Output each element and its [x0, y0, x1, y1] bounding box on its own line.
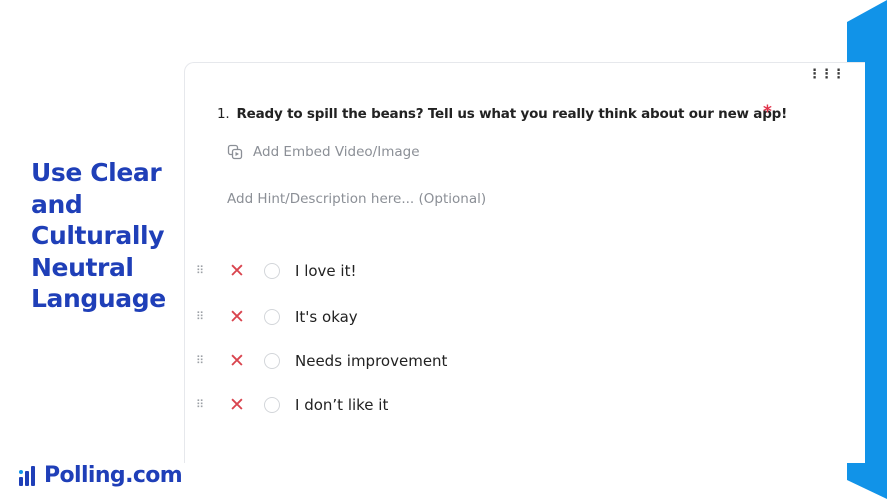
headline-line-3: Culturally — [31, 221, 165, 250]
option-radio[interactable] — [264, 397, 280, 413]
drag-handle-icon[interactable]: ⠿ — [196, 311, 206, 322]
drag-handle-icon[interactable]: ⠿ — [196, 265, 206, 276]
option-label[interactable]: Needs improvement — [295, 352, 447, 370]
option-radio[interactable] — [264, 263, 280, 279]
option-label[interactable]: It's okay — [295, 308, 358, 326]
headline-line-2: and — [31, 189, 83, 219]
question-text: Ready to spill the beans? Tell us what y… — [236, 106, 788, 122]
remove-option-icon[interactable]: ✕ — [228, 306, 246, 328]
remove-option-icon[interactable]: ✕ — [228, 394, 246, 416]
remove-option-icon[interactable]: ✕ — [228, 260, 246, 282]
slide-headline: Use Clear and Culturally Neutral Languag… — [31, 157, 181, 315]
option-row: ⠿ ✕ It's okay — [196, 304, 358, 330]
brand-name: Polling.com — [44, 462, 183, 488]
add-embed-button[interactable]: Add Embed Video/Image — [227, 144, 420, 160]
option-label[interactable]: I don’t like it — [295, 396, 388, 414]
option-row: ⠿ ✕ I love it! — [196, 258, 356, 284]
option-label[interactable]: I love it! — [295, 262, 356, 280]
option-radio[interactable] — [264, 309, 280, 325]
brand-logo: Polling.com — [17, 458, 183, 492]
required-asterisk: * — [763, 102, 772, 122]
question-number: 1. — [217, 106, 230, 122]
option-row: ⠿ ✕ Needs improvement — [196, 348, 447, 374]
headline-line-4: Neutral — [31, 252, 134, 282]
option-radio[interactable] — [264, 353, 280, 369]
drag-handle-icon[interactable]: ⠿ — [196, 355, 206, 366]
add-embed-label: Add Embed Video/Image — [253, 144, 420, 160]
bar-chart-logo-icon — [19, 466, 35, 486]
headline-line-1: Use Clear — [31, 158, 162, 187]
headline-line-5: Language — [31, 284, 166, 313]
option-row: ⠿ ✕ I don’t like it — [196, 392, 388, 418]
question-title[interactable]: 1. Ready to spill the beans? Tell us what… — [217, 106, 787, 122]
remove-option-icon[interactable]: ✕ — [228, 350, 246, 372]
embed-media-icon — [227, 144, 243, 160]
more-dots-icon[interactable]: ⋮⋮⋮ — [808, 68, 845, 82]
hint-description-input[interactable]: Add Hint/Description here... (Optional) — [227, 191, 486, 207]
drag-handle-icon[interactable]: ⠿ — [196, 399, 206, 410]
